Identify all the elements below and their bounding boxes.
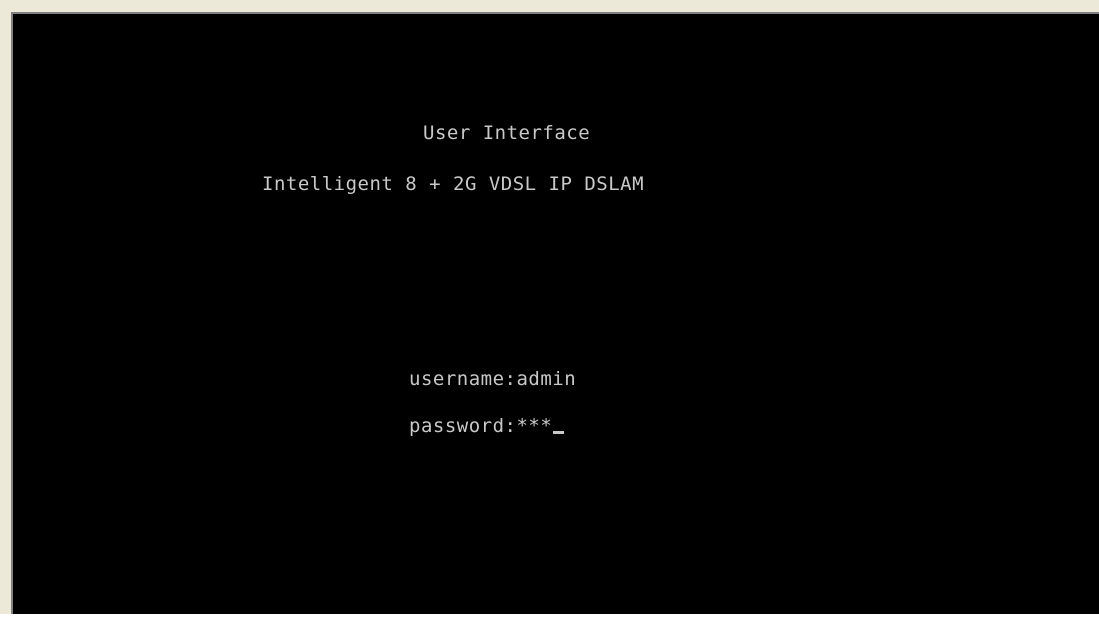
username-field[interactable]: username:admin [409, 368, 576, 390]
password-value: *** [516, 415, 553, 437]
username-label: username: [409, 368, 517, 390]
username-value: admin [516, 368, 577, 390]
password-label: password: [409, 415, 517, 437]
text-cursor [553, 431, 565, 434]
terminal-title: User Interface [423, 122, 591, 144]
password-field[interactable]: password:*** [409, 415, 565, 437]
terminal-screen[interactable]: User Interface Intelligent 8 + 2G VDSL I… [11, 12, 1099, 614]
terminal-window: User Interface Intelligent 8 + 2G VDSL I… [0, 0, 1099, 617]
device-name: Intelligent 8 + 2G VDSL IP DSLAM [262, 173, 645, 195]
